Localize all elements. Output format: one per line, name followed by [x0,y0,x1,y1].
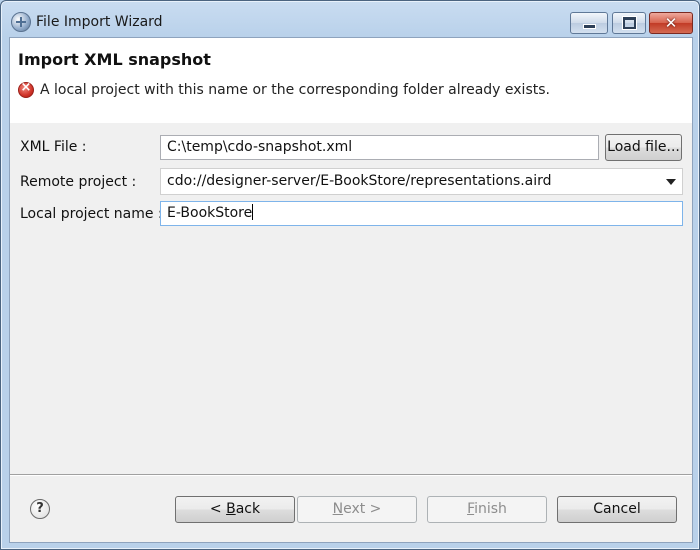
window-title: File Import Wizard [36,14,163,30]
back-rest: ack [235,501,261,517]
footer-divider-highlight [10,475,692,476]
finish-rest: inish [474,501,507,517]
back-mnemonic: B [226,501,236,517]
finish-button[interactable]: Finish [427,496,547,523]
cancel-button[interactable]: Cancel [557,496,677,523]
remote-project-label: Remote project : [20,174,137,190]
wizard-header: Import XML snapshot A local project with… [10,38,692,123]
load-file-button[interactable]: Load file... [605,134,682,161]
local-project-input[interactable]: E-BookStore [160,201,683,226]
title-bar[interactable]: File Import Wizard ✕ [1,1,699,37]
header-divider [10,122,692,123]
xml-file-label: XML File : [20,139,87,155]
error-icon [18,80,34,98]
xml-file-value: C:\temp\cdo-snapshot.xml [167,139,353,155]
next-mnemonic: N [332,501,344,517]
back-button[interactable]: < Back [175,496,295,523]
error-message: A local project with this name or the co… [40,82,550,98]
close-button[interactable]: ✕ [649,12,693,34]
local-project-value: E-BookStore [167,205,253,221]
back-prefix: < [209,501,227,517]
minimize-button[interactable] [570,12,608,34]
xml-file-input[interactable]: C:\temp\cdo-snapshot.xml [160,135,599,160]
text-caret [252,204,254,220]
maximize-icon [623,17,636,29]
local-project-label: Local project name : [20,206,163,222]
page-title: Import XML snapshot [18,50,211,69]
minimize-icon [583,24,596,29]
maximize-button[interactable] [612,12,646,34]
wizard-window: File Import Wizard ✕ Import XML snapshot… [0,0,700,550]
dialog-client-area: Import XML snapshot A local project with… [9,37,693,543]
close-icon: ✕ [664,14,678,32]
app-icon [11,12,31,32]
chevron-down-icon[interactable] [666,179,676,185]
remote-project-select[interactable]: cdo://designer-server/E-BookStore/repres… [160,168,683,195]
next-rest: ext > [343,501,382,517]
help-icon[interactable]: ? [30,499,50,519]
next-button[interactable]: Next > [297,496,417,523]
remote-project-value: cdo://designer-server/E-BookStore/repres… [167,173,552,189]
